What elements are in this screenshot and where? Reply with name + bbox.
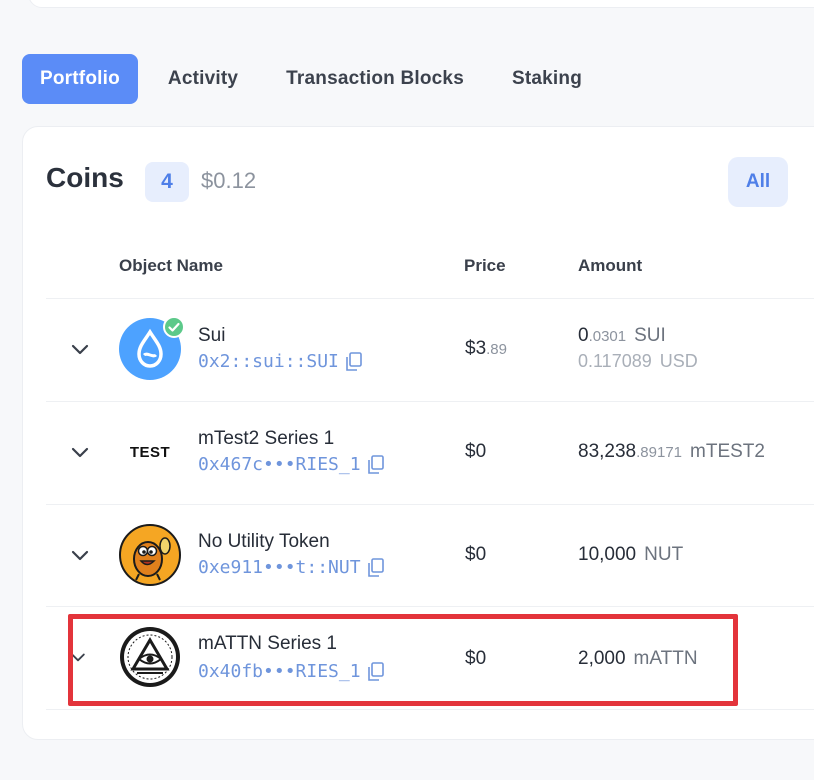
column-header-object-name: Object Name <box>119 256 223 275</box>
coin-address-link[interactable]: 0xe911•••t::NUT <box>198 557 385 578</box>
chevron-down-icon[interactable] <box>68 440 92 464</box>
price-main: $3 <box>465 338 487 359</box>
copy-icon[interactable] <box>367 454 385 475</box>
amount-main: 83,238 <box>578 441 637 462</box>
amount-unit: NUT <box>644 544 684 565</box>
coin-price: $3.89 <box>465 338 507 360</box>
coins-total-value: $0.12 <box>201 168 257 193</box>
coin-price: $0 <box>465 441 487 462</box>
amount-unit: SUI <box>634 325 666 346</box>
copy-icon[interactable] <box>367 557 385 578</box>
chevron-down-icon[interactable] <box>68 337 92 361</box>
test-logo: TEST <box>129 443 171 461</box>
coin-price: $0 <box>465 544 487 565</box>
copy-icon[interactable] <box>345 351 363 372</box>
coin-amount: 83,238.89171 mTEST2 <box>578 441 765 463</box>
chevron-down-icon[interactable] <box>68 543 92 567</box>
tab-transaction-blocks[interactable]: Transaction Blocks <box>268 54 482 104</box>
coins-title: Coins <box>46 162 124 193</box>
amount-main: 0 <box>578 325 589 346</box>
verified-check-icon <box>163 316 185 338</box>
coin-name: Sui <box>198 325 226 346</box>
tab-bar: Portfolio Activity Transaction Blocks St… <box>22 54 612 104</box>
coin-address[interactable]: 0xe911•••t::NUT <box>198 557 361 578</box>
coin-row-mtest2[interactable]: TEST mTest2 Series 1 0x467c•••RIES_1 $0 … <box>46 402 814 505</box>
coin-row-nut[interactable]: No Utility Token 0xe911•••t::NUT $0 10,0… <box>46 505 814 608</box>
tab-activity[interactable]: Activity <box>150 54 256 104</box>
tab-staking[interactable]: Staking <box>494 54 600 104</box>
coin-row-sui[interactable]: Sui 0x2::sui::SUI $3.89 0.0301 SUI 0.1170… <box>46 299 814 402</box>
coin-amount: 10,000 NUT <box>578 544 683 566</box>
coin-address[interactable]: 0x2::sui::SUI <box>198 351 339 372</box>
coin-address-link[interactable]: 0x2::sui::SUI <box>198 351 363 372</box>
amount-decimals: .89171 <box>636 444 683 461</box>
tab-portfolio[interactable]: Portfolio <box>22 54 138 104</box>
top-card <box>28 0 814 8</box>
amount-main: 10,000 <box>578 544 637 565</box>
coin-address[interactable]: 0x467c•••RIES_1 <box>198 454 361 475</box>
column-header-amount: Amount <box>578 256 643 275</box>
coin-name: mTest2 Series 1 <box>198 428 335 449</box>
coin-name: No Utility Token <box>198 531 330 552</box>
usd-unit: USD <box>659 351 698 371</box>
amount-unit: mTEST2 <box>690 441 765 462</box>
coin-amount: 0.0301 SUI <box>578 325 666 347</box>
coin-address-link[interactable]: 0x467c•••RIES_1 <box>198 454 385 475</box>
highlight-box <box>68 614 738 706</box>
column-header-price: Price <box>464 256 506 275</box>
coins-count-badge: 4 <box>145 162 189 202</box>
coin-usd-value: 0.117089 USD <box>578 351 698 372</box>
amount-decimals: .0301 <box>588 328 627 345</box>
usd-amount: 0.117089 <box>578 351 652 371</box>
price-decimals: .89 <box>486 341 507 358</box>
nut-cartoon-icon <box>119 524 181 586</box>
filter-all-button[interactable]: All <box>728 157 788 207</box>
